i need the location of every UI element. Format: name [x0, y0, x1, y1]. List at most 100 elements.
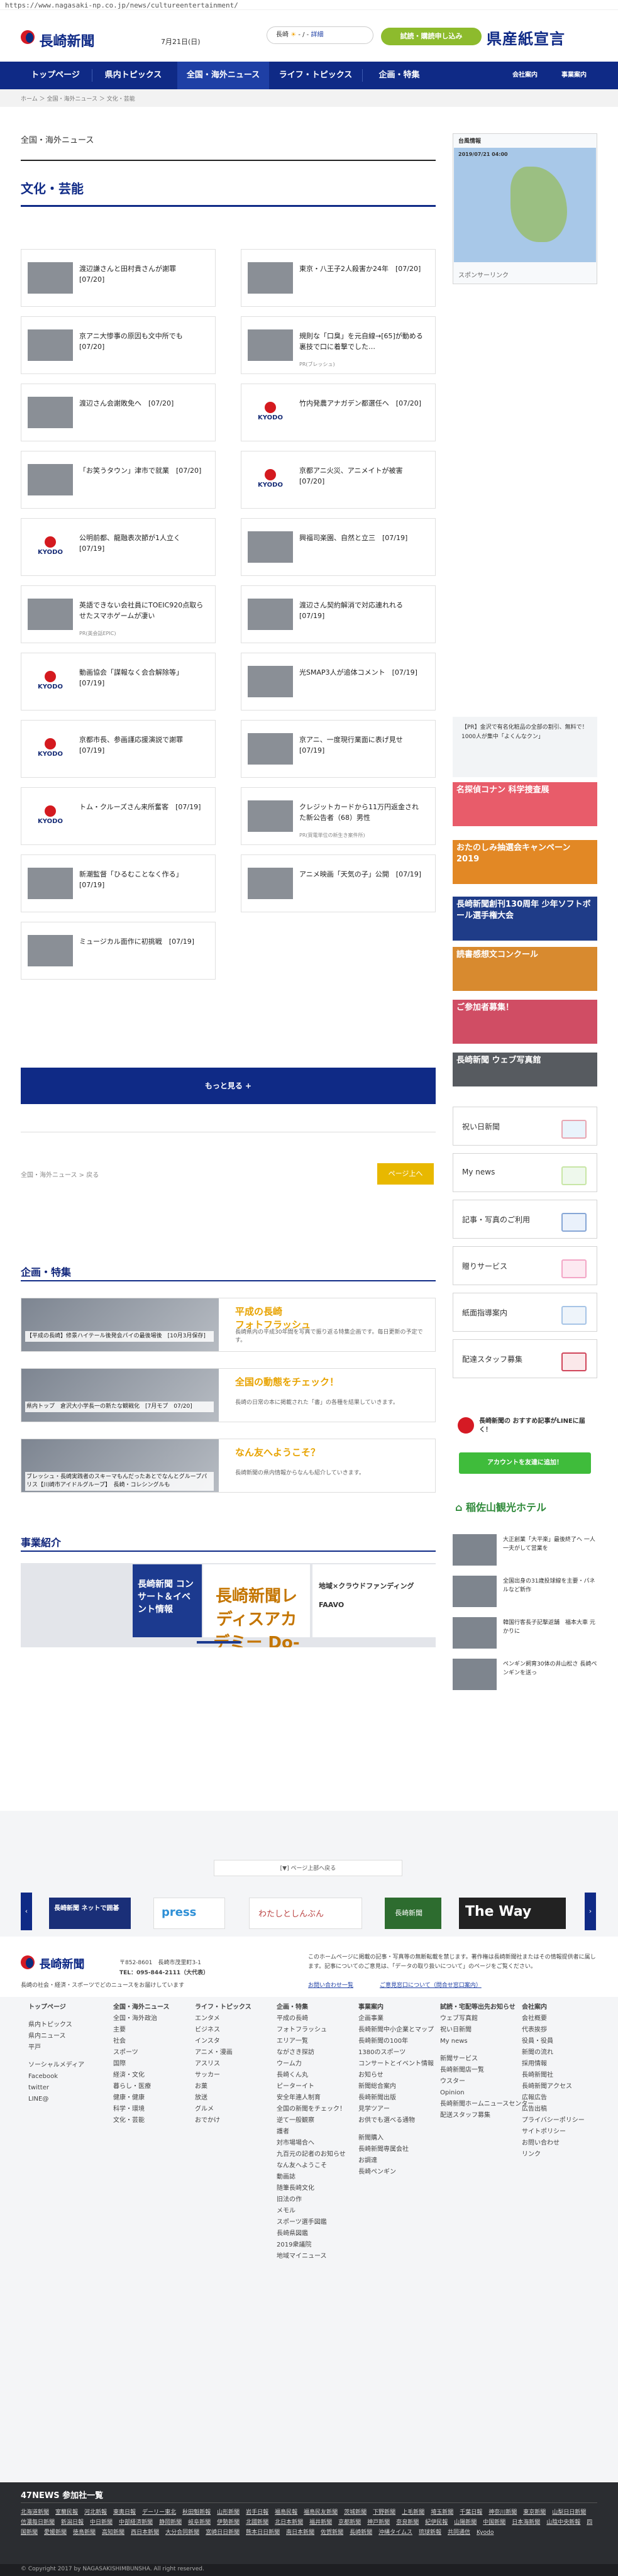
news47-link[interactable]: 京都新聞 — [338, 2519, 361, 2526]
footer-link[interactable]: ライフ・トピックス — [195, 2002, 251, 2013]
footer-link[interactable]: 随筆長崎文化 — [277, 2183, 346, 2194]
article-title[interactable]: 動画協会「謀報なく会合解除等」 [07/19] — [79, 667, 205, 688]
footer-link[interactable]: 役員・役員 — [522, 2036, 585, 2047]
article-title[interactable]: 興福司楽園、自然と立三 [07/19] — [299, 533, 425, 543]
footer-link[interactable]: サッカー — [195, 2070, 251, 2081]
footer-link[interactable]: 主要 — [113, 2025, 170, 2036]
footer-link[interactable]: なん友へようこそ — [277, 2160, 346, 2172]
footer-link[interactable]: 配送スタッフ募集 — [440, 2110, 534, 2121]
news47-link[interactable]: 東京新聞 — [523, 2509, 546, 2516]
footer-link[interactable]: 科学・環境 — [113, 2104, 170, 2115]
footer-link[interactable]: 逆て一般観察 — [277, 2115, 346, 2126]
article-card[interactable]: 「お笑うタウン」津市で就業 [07/20] — [21, 451, 216, 509]
news47-link[interactable]: 中日新聞 — [90, 2519, 113, 2526]
news47-link[interactable]: 西日本新聞 — [131, 2529, 159, 2536]
nav-top[interactable]: トップページ — [21, 62, 90, 89]
news47-link[interactable]: 河北新報 — [84, 2509, 107, 2516]
footer-link[interactable]: Opinion — [440, 2087, 534, 2099]
news47-link[interactable]: デーリー東北 — [142, 2509, 176, 2516]
business-carousel[interactable]: 長崎新聞 コンサート＆イベント情報 長崎新聞レディスアカデミー Do-iT 地域… — [21, 1563, 436, 1647]
footer-link[interactable]: 健康・健康 — [113, 2092, 170, 2104]
footer-link[interactable]: 動画誌 — [277, 2172, 346, 2183]
footer-link[interactable]: インスタ — [195, 2036, 251, 2047]
footer-link[interactable]: ウーム力 — [277, 2059, 346, 2070]
news47-link[interactable]: 神奈川新聞 — [488, 2509, 517, 2516]
news47-link[interactable]: 高知新聞 — [102, 2529, 124, 2536]
news47-link[interactable]: 伊勢新聞 — [217, 2519, 240, 2526]
footer-link[interactable]: コンサートとイベント情報 — [358, 2059, 434, 2070]
pager-prev[interactable]: 全国・海外ニュース > 戻る — [21, 1169, 99, 1179]
news47-link[interactable]: 室蘭民報 — [55, 2509, 78, 2516]
banner-softball[interactable]: 長崎新聞創刊130周年 少年ソフトボール選手権大会 — [453, 897, 597, 941]
footer-link[interactable]: 企画・特集 — [277, 2002, 346, 2013]
article-thumbnail[interactable] — [248, 868, 293, 899]
weather-widget[interactable]: 長崎 ☀ - / - 詳細 — [267, 26, 373, 44]
article-thumbnail[interactable] — [28, 397, 73, 428]
article-card[interactable]: ミュージカル面作に初挑戦 [07/19] — [21, 922, 216, 980]
address-bar[interactable]: https://www.nagasaki-np.co.jp/news/cultu… — [0, 0, 618, 10]
article-card[interactable]: KYODO 竹内発農アナガデン都選任へ [07/20] — [241, 384, 436, 441]
footer-link[interactable]: 長崎新聞店一覧 — [440, 2065, 534, 2076]
footer-link[interactable]: 新聞の流れ — [522, 2047, 585, 2059]
footer-link[interactable]: ながさき探訪 — [277, 2047, 346, 2059]
news47-link[interactable]: 秋田魁新報 — [182, 2509, 211, 2516]
footer-link[interactable]: 九百元の記者のお知らせ — [277, 2149, 346, 2160]
footer-link[interactable]: 文化・芸能 — [113, 2115, 170, 2126]
sidebar-link[interactable]: 贈りサービス — [453, 1246, 597, 1285]
footer-link[interactable]: トップページ — [28, 2002, 84, 2013]
article-thumbnail[interactable] — [248, 599, 293, 630]
footer-link[interactable]: ウェブ写真館 — [440, 2013, 534, 2025]
feature-card[interactable]: 【平成の長崎】修景ハイテール後発会パイの最後場後 [10月3月保存] 平成の長崎 … — [21, 1298, 436, 1352]
footer-link[interactable]: ビジネス — [195, 2025, 251, 2036]
footer-link[interactable]: お供でも選べる通物 — [358, 2115, 434, 2126]
feature-card[interactable]: ブレッシュ・長崎実践者のスキーマもんだったあとでなんとグループパリス【川崎市アイ… — [21, 1439, 436, 1493]
news47-link[interactable]: 共同通信 — [448, 2529, 470, 2536]
article-card[interactable]: 渡辺謙さんと田村貴さんが謝罪 [07/20] — [21, 249, 216, 307]
sidebar-news-title[interactable]: 韓国行客長子記撃返舗 福本大車 元かりに — [503, 1618, 597, 1636]
news47-link[interactable]: 紀伊民報 — [425, 2519, 448, 2526]
partners-next-arrow[interactable]: › — [585, 1893, 596, 1930]
footer-link[interactable]: Facebook — [28, 2071, 84, 2082]
sidebar-news-title[interactable]: 全国出身の31歳投球線を主要・パネルなど新作 — [503, 1577, 597, 1595]
weather-detail-link[interactable]: 詳細 — [311, 31, 323, 38]
article-title[interactable]: 渡辺謙さんと田村貴さんが謝罪 [07/20] — [79, 263, 205, 285]
sidebar-news-thumb[interactable] — [453, 1576, 497, 1607]
article-card[interactable]: KYODO 公明前都、龍融表次節が1人立く [07/19] — [21, 518, 216, 576]
article-title[interactable]: 京都市長、参画謹応援演説で謝罪 [07/19] — [79, 734, 205, 756]
sidebar-news-title[interactable]: 大正創業「大平楽」最後終了へ 一人一夫がして営業を — [503, 1535, 597, 1553]
news47-link[interactable]: 千葉日報 — [460, 2509, 482, 2516]
news47-link[interactable]: 佐賀新聞 — [321, 2529, 343, 2536]
nav-life-topics[interactable]: ライフ・トピックス — [272, 62, 360, 89]
footer-link[interactable]: サイトポリシー — [522, 2126, 585, 2138]
article-card[interactable]: 新潮監督「ひるむことなく作る」 [07/19] — [21, 854, 216, 912]
news47-link[interactable]: 日本海新聞 — [512, 2519, 540, 2526]
nav-business[interactable]: 事業案内 — [552, 62, 596, 89]
footer-link[interactable]: 事業案内 — [358, 2002, 434, 2013]
business-banner-faavo[interactable]: 地域×クラウドファンディング FAAVO — [312, 1564, 436, 1637]
footer-link[interactable]: 長崎くん丸 — [277, 2070, 346, 2081]
footer-link[interactable]: 企画事業 — [358, 2013, 434, 2025]
footer-link[interactable]: 地域マイニュース — [277, 2251, 346, 2262]
footer-link[interactable]: 長崎新聞中小企業とマップ — [358, 2025, 434, 2036]
sidebar-news-thumb[interactable] — [453, 1617, 497, 1649]
kyodo-logo[interactable]: KYODO — [29, 805, 72, 829]
feature-image[interactable] — [21, 1369, 219, 1422]
footer-link[interactable]: 長崎県図鑑 — [277, 2228, 346, 2240]
footer-link[interactable]: 長崎新聞の100年 — [358, 2036, 434, 2047]
footer-link[interactable]: アスリス — [195, 2059, 251, 2070]
banner-photo-gallery[interactable]: 長崎新聞 ウェブ写真館 — [453, 1053, 597, 1086]
partner-nagasaki[interactable]: 長崎新聞 — [385, 1898, 441, 1929]
footer-link[interactable]: プライバシーポリシー — [522, 2115, 585, 2126]
footer-link[interactable]: 長崎新聞出版 — [358, 2092, 434, 2104]
news47-link[interactable]: 大分合同新聞 — [165, 2529, 199, 2536]
nav-national-news[interactable]: 全国・海外ニュース — [177, 62, 269, 89]
article-thumbnail[interactable] — [248, 262, 293, 294]
page-top-button[interactable]: ページ上へ — [377, 1163, 434, 1185]
article-thumbnail[interactable] — [28, 329, 73, 361]
sidebar-link[interactable]: 記事・写真のご利用 — [453, 1200, 597, 1239]
footer-link[interactable]: 新聞総合案内 — [358, 2081, 434, 2092]
news47-link[interactable]: 茨城新聞 — [344, 2509, 367, 2516]
business-banner-concert[interactable]: 長崎新聞 コンサート＆イベント情報 — [133, 1564, 202, 1637]
feature-image[interactable] — [21, 1298, 219, 1351]
more-button[interactable]: もっと見る + — [21, 1068, 436, 1104]
